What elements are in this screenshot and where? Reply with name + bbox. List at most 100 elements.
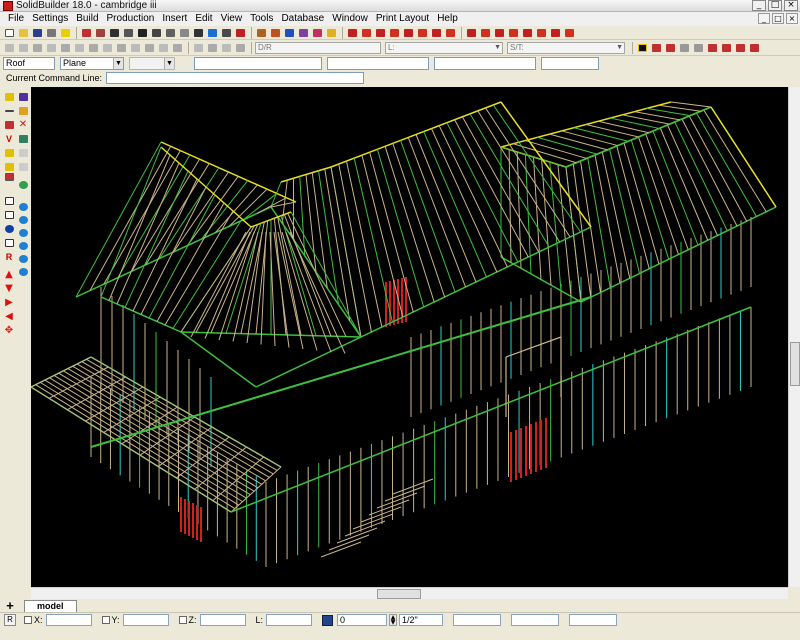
refresh-icon[interactable] — [17, 179, 29, 190]
opening-tool-icon[interactable] — [178, 27, 190, 38]
text-tool-icon[interactable] — [3, 147, 15, 158]
stud-layout-1-icon[interactable] — [650, 42, 662, 53]
menu-file[interactable]: File — [4, 12, 28, 26]
pencil-icon[interactable] — [325, 27, 337, 38]
menu-settings[interactable]: Settings — [28, 12, 72, 26]
model-viewport[interactable] — [31, 87, 788, 587]
move-left-icon[interactable]: ◀ — [3, 311, 15, 322]
doc-restore-button[interactable]: □ — [772, 13, 784, 24]
snap-perp-icon[interactable] — [59, 42, 71, 53]
line-tool-icon[interactable] — [3, 105, 15, 116]
angle-field[interactable]: 0 — [337, 614, 388, 626]
relative-toggle-button[interactable]: R — [4, 614, 16, 626]
snap-ortho-icon[interactable] — [143, 42, 155, 53]
close-button[interactable]: × — [784, 0, 798, 11]
dr-combo[interactable]: D/R — [255, 41, 381, 54]
x-coordinate-field[interactable] — [45, 614, 92, 626]
block-red-15-icon[interactable] — [549, 27, 561, 38]
stud-layout-2-icon[interactable] — [664, 42, 676, 53]
menu-view[interactable]: View — [217, 12, 247, 26]
view-section-icon[interactable] — [297, 27, 309, 38]
block-red-2-icon[interactable] — [360, 27, 372, 38]
menu-production[interactable]: Production — [103, 12, 159, 26]
block-red-1-icon[interactable] — [346, 27, 358, 38]
snap-center-icon[interactable] — [45, 42, 57, 53]
rotate-view-icon[interactable]: R — [3, 251, 15, 262]
vertex-tool-icon[interactable]: V — [3, 133, 15, 144]
minimize-button[interactable]: _ — [752, 0, 766, 11]
block-red-7-icon[interactable] — [430, 27, 442, 38]
y-lock-checkbox[interactable] — [101, 616, 110, 624]
horizontal-scroll-thumb[interactable] — [377, 589, 421, 599]
snap-angle-icon[interactable] — [129, 42, 141, 53]
sphere-tool-icon[interactable] — [3, 223, 15, 234]
snapshot-tool-icon[interactable] — [3, 171, 15, 182]
offset-icon[interactable] — [220, 42, 232, 53]
align-icon[interactable] — [206, 42, 218, 53]
precision-field[interactable]: 1/2" — [399, 614, 444, 626]
delete-icon[interactable]: ✕ — [17, 119, 29, 130]
property-field-2[interactable] — [327, 57, 429, 70]
menu-edit[interactable]: Edit — [191, 12, 216, 26]
flip-tool-icon[interactable] — [234, 27, 246, 38]
block-red-3-icon[interactable] — [374, 27, 386, 38]
block-red-16-icon[interactable] — [563, 27, 575, 38]
cabinet-tool-icon[interactable] — [206, 27, 218, 38]
block-red-8-icon[interactable] — [444, 27, 456, 38]
block-red-13-icon[interactable] — [521, 27, 533, 38]
post-tool-icon[interactable] — [164, 27, 176, 38]
x-lock-checkbox[interactable] — [24, 616, 32, 624]
stud-layout-3-icon[interactable] — [678, 42, 690, 53]
box-tool-2-icon[interactable] — [3, 209, 15, 220]
menu-help[interactable]: Help — [433, 12, 462, 26]
command-line-input[interactable] — [106, 72, 365, 84]
save-icon[interactable] — [31, 27, 43, 38]
redo-icon[interactable] — [17, 161, 29, 172]
z-coordinate-field[interactable] — [199, 614, 246, 626]
measure-icon[interactable] — [192, 42, 204, 53]
help-icon[interactable] — [59, 27, 71, 38]
block-red-4-icon[interactable] — [388, 27, 400, 38]
add-tab-button[interactable]: + — [4, 599, 16, 612]
paint-tool-icon[interactable] — [17, 105, 29, 116]
view-3d-icon[interactable] — [283, 27, 295, 38]
block-red-6-icon[interactable] — [416, 27, 428, 38]
box-tool-1-icon[interactable] — [3, 195, 15, 206]
subtype-select[interactable]: ▼ — [129, 57, 175, 70]
menu-build[interactable]: Build — [72, 12, 102, 26]
restore-button[interactable]: □ — [768, 0, 782, 11]
vertical-scrollbar[interactable] — [788, 87, 800, 587]
mode-select[interactable]: Plane ▼ — [60, 57, 124, 70]
zoom-all-icon[interactable] — [17, 240, 29, 251]
stud-layout-6-icon[interactable] — [720, 42, 732, 53]
zoom-extent-icon[interactable] — [17, 266, 29, 277]
new-file-icon[interactable] — [3, 27, 15, 38]
block-red-11-icon[interactable] — [493, 27, 505, 38]
truss-tool-icon[interactable] — [136, 27, 148, 38]
move-all-icon[interactable]: ✥ — [3, 325, 15, 336]
snap-mid-icon[interactable] — [31, 42, 43, 53]
box-tool-3-icon[interactable] — [3, 237, 15, 248]
beam-tool-icon[interactable] — [150, 27, 162, 38]
snap-text-icon[interactable] — [101, 42, 113, 53]
vertical-scroll-thumb[interactable] — [790, 342, 800, 386]
property-field-1[interactable] — [194, 57, 322, 70]
block-red-9-icon[interactable] — [465, 27, 477, 38]
zoom-in-icon[interactable] — [17, 214, 29, 225]
snap-grid-icon[interactable] — [87, 42, 99, 53]
header-tool-icon[interactable] — [192, 27, 204, 38]
menu-window[interactable]: Window — [328, 12, 372, 26]
zoom-out-icon[interactable] — [17, 227, 29, 238]
rect-tool-icon[interactable] — [3, 119, 15, 130]
menu-database[interactable]: Database — [277, 12, 328, 26]
length-field[interactable] — [266, 614, 313, 626]
angle-icon[interactable] — [322, 614, 334, 626]
st-combo[interactable]: S/T: ▼ — [507, 41, 625, 54]
object-type-field[interactable]: Roof — [3, 57, 55, 70]
stud-layout-7-icon[interactable] — [734, 42, 746, 53]
block-red-5-icon[interactable] — [402, 27, 414, 38]
block-red-10-icon[interactable] — [479, 27, 491, 38]
move-up-icon[interactable]: ▲ — [3, 269, 15, 280]
z-lock-checkbox[interactable] — [178, 616, 187, 624]
tab-model[interactable]: model — [24, 599, 77, 612]
